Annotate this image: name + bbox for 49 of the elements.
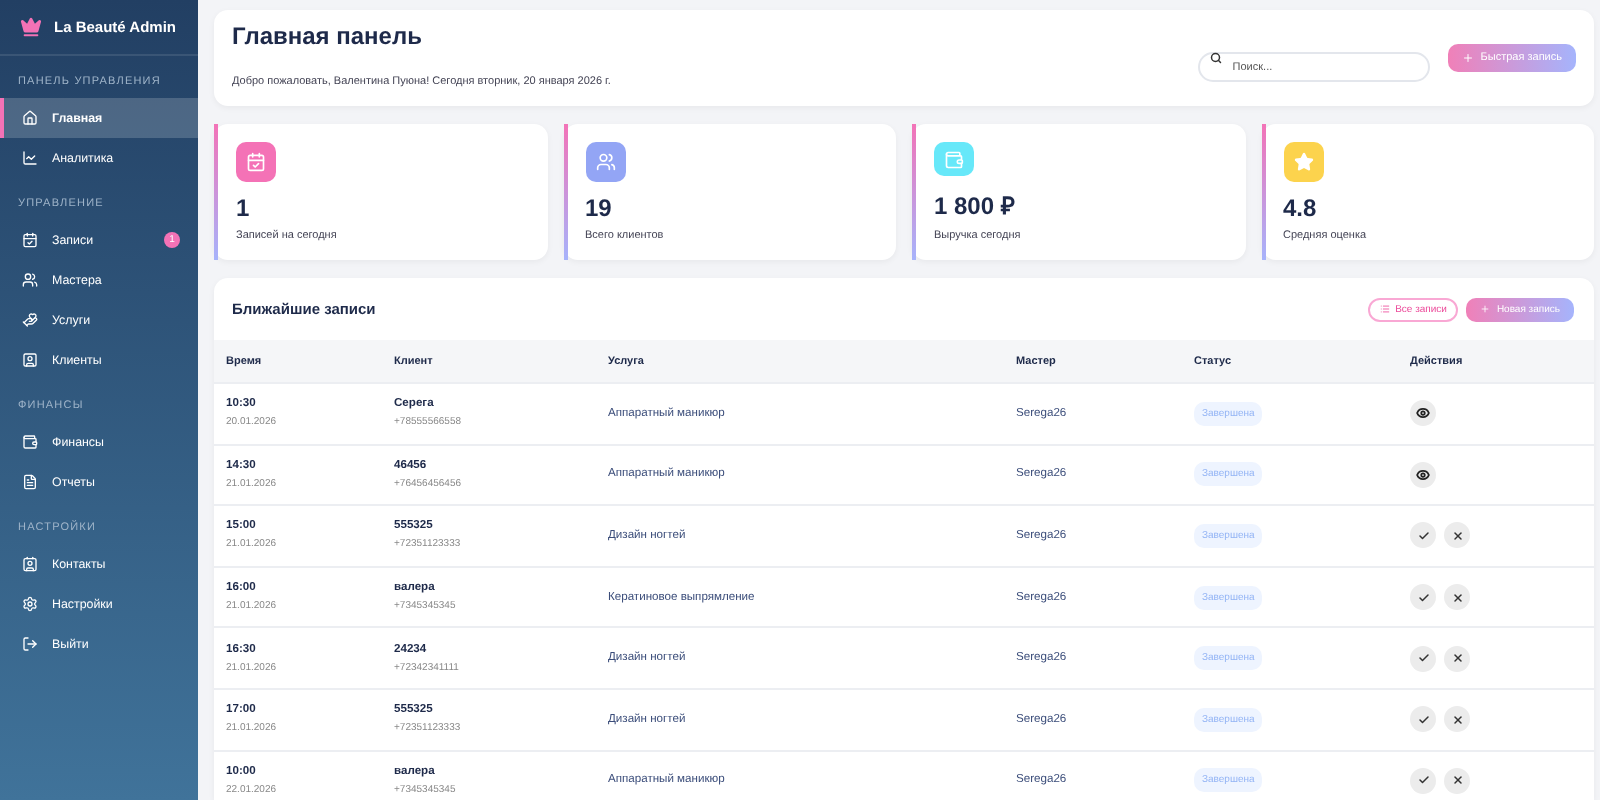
person-icon [22, 352, 38, 368]
plus-icon [1462, 52, 1475, 64]
view-button[interactable] [1410, 461, 1436, 488]
check-icon [1417, 591, 1429, 604]
people-icon [22, 272, 38, 288]
stat-value: 4.8 [1283, 194, 1319, 222]
confirm-button[interactable] [1410, 645, 1436, 672]
close-icon [1451, 774, 1463, 787]
cancel-button[interactable] [1444, 584, 1470, 611]
confirm-button[interactable] [1410, 522, 1436, 549]
check-icon [1417, 713, 1429, 726]
cancel-button[interactable] [1444, 522, 1470, 549]
calendar-icon [246, 152, 266, 172]
stat-value: 19 [585, 194, 614, 222]
close-icon [1451, 591, 1463, 604]
search-icon [1210, 52, 1223, 64]
cancel-button[interactable] [1444, 706, 1470, 733]
page-title: Главная панель [232, 22, 424, 50]
plus-icon [1480, 304, 1491, 314]
people-icon [595, 152, 615, 172]
check-icon [1417, 652, 1429, 665]
view-button[interactable] [1410, 400, 1436, 427]
confirm-button[interactable] [1410, 706, 1436, 733]
list-icon [1379, 304, 1390, 314]
hand-icon [22, 312, 38, 328]
eye-icon [1416, 467, 1430, 482]
confirm-button[interactable] [1410, 767, 1436, 794]
contact-card-icon [22, 556, 38, 572]
eye-icon [1416, 406, 1430, 421]
cancel-button[interactable] [1444, 767, 1470, 794]
logout-icon [22, 636, 38, 652]
star-icon [1293, 152, 1313, 172]
house-icon [22, 110, 38, 126]
close-icon [1451, 713, 1463, 726]
stat-value: 1 800 ₽ [934, 190, 1017, 222]
close-icon [1451, 652, 1463, 665]
confirm-button[interactable] [1410, 584, 1436, 611]
stat-value: 1 [236, 194, 252, 222]
check-icon [1417, 529, 1429, 542]
settings-icon [22, 596, 38, 612]
wallet-icon [944, 149, 964, 169]
calendar-icon [22, 232, 38, 248]
wallet-icon [22, 434, 38, 450]
close-icon [1451, 529, 1463, 542]
chart-icon [22, 150, 38, 166]
document-icon [22, 474, 38, 490]
crown-icon [20, 16, 42, 38]
check-icon [1417, 774, 1429, 787]
cancel-button[interactable] [1444, 645, 1470, 672]
